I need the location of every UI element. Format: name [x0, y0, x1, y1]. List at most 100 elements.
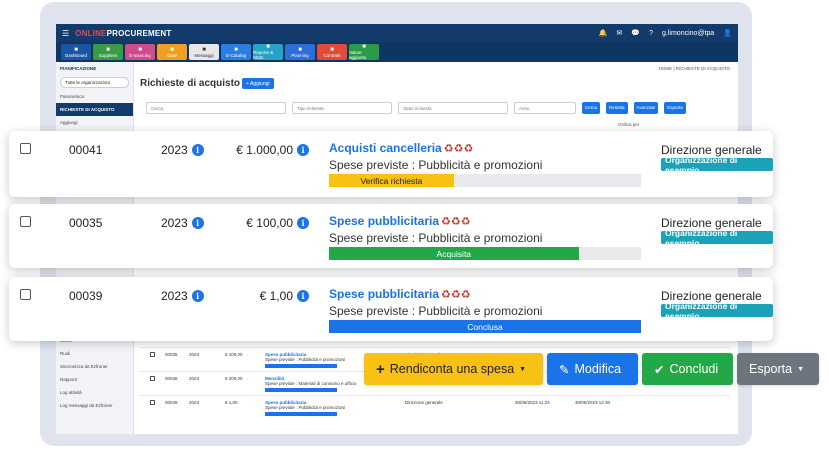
reset-button[interactable]: Resetta [606, 102, 628, 114]
module-6[interactable]: ■ Reporte & Stats [253, 44, 283, 60]
request-title[interactable]: Spese pubblicitaria ♻♻♻ [329, 214, 471, 228]
row-code: 00039 [165, 400, 178, 405]
request-spese: Spese previste : Pubblicità e promozioni [329, 231, 543, 245]
status-select[interactable]: Stato richiesta [398, 102, 508, 114]
row-checkbox[interactable] [20, 216, 31, 227]
status-progress-bar: Conclusa [329, 320, 641, 333]
info-icon[interactable]: i [191, 290, 204, 302]
row-year: 2023 [189, 376, 200, 381]
request-year: 2023 i [161, 216, 204, 230]
module-0[interactable]: ■ Dashboard [61, 44, 91, 60]
info-icon[interactable]: i [191, 217, 204, 229]
check-icon: ✔ [654, 362, 665, 377]
status-label: Acquisita [436, 248, 472, 259]
module-9[interactable]: ■ Valore aggiunto [349, 44, 379, 60]
row-code: 00035 [165, 352, 178, 357]
row-status-bar [265, 388, 337, 392]
row-code: 00036 [165, 376, 178, 381]
sidebar-item[interactable]: Rapporti [56, 373, 133, 386]
status-progress-bar: Acquisita [329, 247, 641, 260]
row-checkbox[interactable] [150, 376, 155, 381]
status-label: Verifica richiesta [360, 175, 423, 186]
row-amount: € 1,00 [225, 400, 238, 405]
request-code: 00035 [69, 216, 103, 230]
row-dept: Direzione generale [405, 400, 443, 405]
mail-icon[interactable]: ✉ [617, 29, 623, 37]
status-label: Conclusa [467, 321, 503, 332]
sidebar-item[interactable]: Ruoli [56, 347, 133, 360]
organization-badge: Organizzazione di esempio [661, 155, 773, 175]
search-button[interactable]: Cerca [582, 102, 601, 114]
brand-logo: ONLINEPROCUREMENT [75, 28, 172, 38]
org-select[interactable]: Tutte le organizzazioni [60, 77, 129, 88]
rendiconta-button[interactable]: + Rendiconta una spesa ▼ [364, 353, 543, 385]
info-icon[interactable]: i [297, 217, 309, 229]
status-progress-bar: Verifica richiesta [329, 174, 641, 187]
search-input[interactable]: Cerca [146, 102, 286, 114]
modifica-button[interactable]: ✎ Modifica [547, 353, 638, 385]
request-card[interactable]: 00035 2023 i € 100,00 i Spese pubblicitari… [9, 204, 773, 268]
info-icon[interactable]: i [297, 144, 309, 156]
row-checkbox[interactable] [20, 143, 31, 154]
export-button-small[interactable]: Esporta [664, 102, 686, 114]
concludi-button[interactable]: ✔ Concludi [642, 353, 733, 385]
request-title[interactable]: Spese pubblicitaria ♻♻♻ [329, 287, 471, 301]
sidebar-item[interactable]: Log attività [56, 386, 133, 399]
module-2[interactable]: ■ E-sourcing [125, 44, 155, 60]
module-4[interactable]: ■ Messaggi [189, 44, 219, 60]
request-title[interactable]: Acquisti cancelleria ♻♻♻ [329, 141, 473, 155]
group-label: Ordina per [618, 122, 640, 127]
organization-badge: Organizzazione di esempio [661, 301, 773, 321]
bell-icon[interactable]: 🔔 [599, 29, 608, 37]
request-amount: € 100,00 i [246, 216, 309, 230]
request-spese: Spese previste : Pubblicità e promozioni [329, 158, 543, 172]
row-spese: Spese previste : Pubblicità e promozioni [265, 405, 346, 410]
row-status-bar [265, 364, 337, 368]
add-button[interactable]: + Aggiungi [242, 78, 274, 89]
request-year: 2023 i [161, 143, 204, 157]
row-checkbox[interactable] [150, 400, 155, 405]
sidebar-section-requests[interactable]: RICHIESTE DI ACQUISTO [56, 103, 133, 116]
request-card[interactable]: 00041 2023 i € 1.000,00 i Acquisti cancell… [9, 131, 773, 197]
esporta-button[interactable]: Esporta ▼ [737, 353, 819, 385]
row-checkbox[interactable] [20, 289, 31, 300]
module-1[interactable]: ■ Suppliers [93, 44, 123, 60]
top-bar: ☰ ONLINEPROCUREMENT 🔔 ✉ 💬 ? g.limoncino@… [56, 24, 738, 42]
priority-flame-icons: ♻♻♻ [443, 142, 474, 155]
row-checkbox[interactable] [150, 352, 155, 357]
request-amount: € 1.000,00 i [236, 143, 309, 157]
info-icon[interactable]: i [297, 290, 309, 302]
user-icon[interactable]: 👤 [723, 29, 732, 37]
user-name[interactable]: g.limoncino@tpa [662, 30, 714, 37]
priority-flame-icons: ♻♻♻ [441, 215, 471, 228]
plus-icon: + [376, 360, 385, 378]
year-input[interactable]: Anno [514, 102, 576, 114]
menu-icon[interactable]: ☰ [62, 29, 69, 38]
chat-icon[interactable]: 💬 [631, 29, 640, 37]
row-year: 2023 [189, 400, 200, 405]
chevron-down-icon: ▼ [519, 365, 527, 373]
type-select[interactable]: Tipo richiesta [292, 102, 392, 114]
breadcrumb: HOME | RICHIESTE DI ACQUISTO [658, 66, 730, 71]
info-icon[interactable]: i [191, 144, 204, 156]
module-3[interactable]: ■ Gare [157, 44, 187, 60]
module-5[interactable]: ■ E-Catalog [221, 44, 251, 60]
sidebar-item[interactable]: Log messaggi da Ezfroner [56, 399, 133, 412]
sidebar-item[interactable]: Sincronizza da Ezfroner [56, 360, 133, 373]
sidebar-item-overview[interactable]: Panoramica [56, 90, 133, 103]
module-8[interactable]: ■ Contratti [317, 44, 347, 60]
priority-flame-icons: ♻♻♻ [441, 288, 471, 301]
row-status-bar [265, 412, 337, 416]
sidebar-item-add[interactable]: Aggiungi [56, 116, 133, 129]
action-bar: + Rendiconta una spesa ▼ ✎ Modifica ✔ Co… [364, 353, 819, 385]
request-card[interactable]: 00039 2023 i € 1,00 i Spese pubblicitaria ♻… [9, 277, 773, 341]
chevron-down-icon: ▼ [797, 365, 805, 373]
pencil-icon: ✎ [559, 362, 570, 377]
advanced-button[interactable]: Avanzate [633, 102, 659, 114]
module-7[interactable]: ■ Planning [285, 44, 315, 60]
page-title: Richieste di acquisto [140, 78, 241, 89]
row-amount: € 200,00 [225, 376, 243, 381]
table-row[interactable]: 00039 2023 € 1,00 Spese pubblicitaria Spese … [140, 395, 730, 419]
help-icon[interactable]: ? [649, 30, 653, 37]
row-year: 2023 [189, 352, 200, 357]
